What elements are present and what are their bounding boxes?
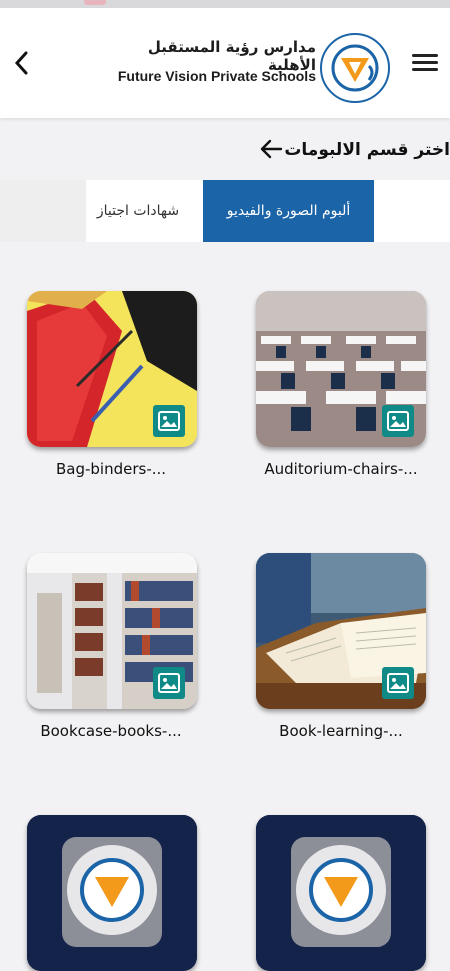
image-icon bbox=[382, 405, 414, 437]
tab-certificates[interactable]: شهادات اجتياز bbox=[88, 180, 188, 242]
album-caption: Bag-binders-... bbox=[55, 460, 167, 478]
arrow-left-icon[interactable] bbox=[259, 138, 283, 160]
school-logo bbox=[319, 32, 391, 104]
app-header: مدارس رؤية المستقبل الأهلية Future Visio… bbox=[0, 8, 450, 118]
brand-name-english: Future Vision Private Schools bbox=[117, 68, 316, 84]
album-card-book-learning[interactable] bbox=[256, 553, 426, 709]
back-button[interactable] bbox=[8, 46, 34, 80]
section-title: اختر قسم الالبومات bbox=[284, 140, 450, 160]
status-indicator bbox=[84, 0, 106, 5]
hamburger-menu-button[interactable] bbox=[410, 50, 440, 76]
album-caption: Bookcase-books-... bbox=[40, 722, 182, 740]
school-logo-icon bbox=[256, 815, 426, 971]
album-card-bookcase-books[interactable] bbox=[27, 553, 197, 709]
image-icon bbox=[153, 667, 185, 699]
chevron-left-icon bbox=[14, 51, 28, 75]
album-tabs: شهادات اجتياز ألبوم الصورة والفيديو bbox=[0, 180, 450, 242]
image-icon bbox=[382, 667, 414, 699]
tab-strip-spacer bbox=[0, 180, 86, 242]
album-card-auditorium-chairs[interactable] bbox=[256, 291, 426, 447]
album-card-school-logo[interactable] bbox=[27, 815, 197, 971]
album-card-school-logo[interactable] bbox=[256, 815, 426, 971]
album-caption: Book-learning-... bbox=[279, 722, 403, 740]
section-header: اختر قسم الالبومات bbox=[0, 128, 450, 172]
tab-photo-video-album[interactable]: ألبوم الصورة والفيديو bbox=[203, 180, 374, 242]
album-caption: Auditorium-chairs-... bbox=[264, 460, 418, 478]
status-bar bbox=[0, 0, 450, 8]
album-card-bag-binders[interactable] bbox=[27, 291, 197, 447]
school-logo-icon bbox=[27, 815, 197, 971]
image-icon bbox=[153, 405, 185, 437]
